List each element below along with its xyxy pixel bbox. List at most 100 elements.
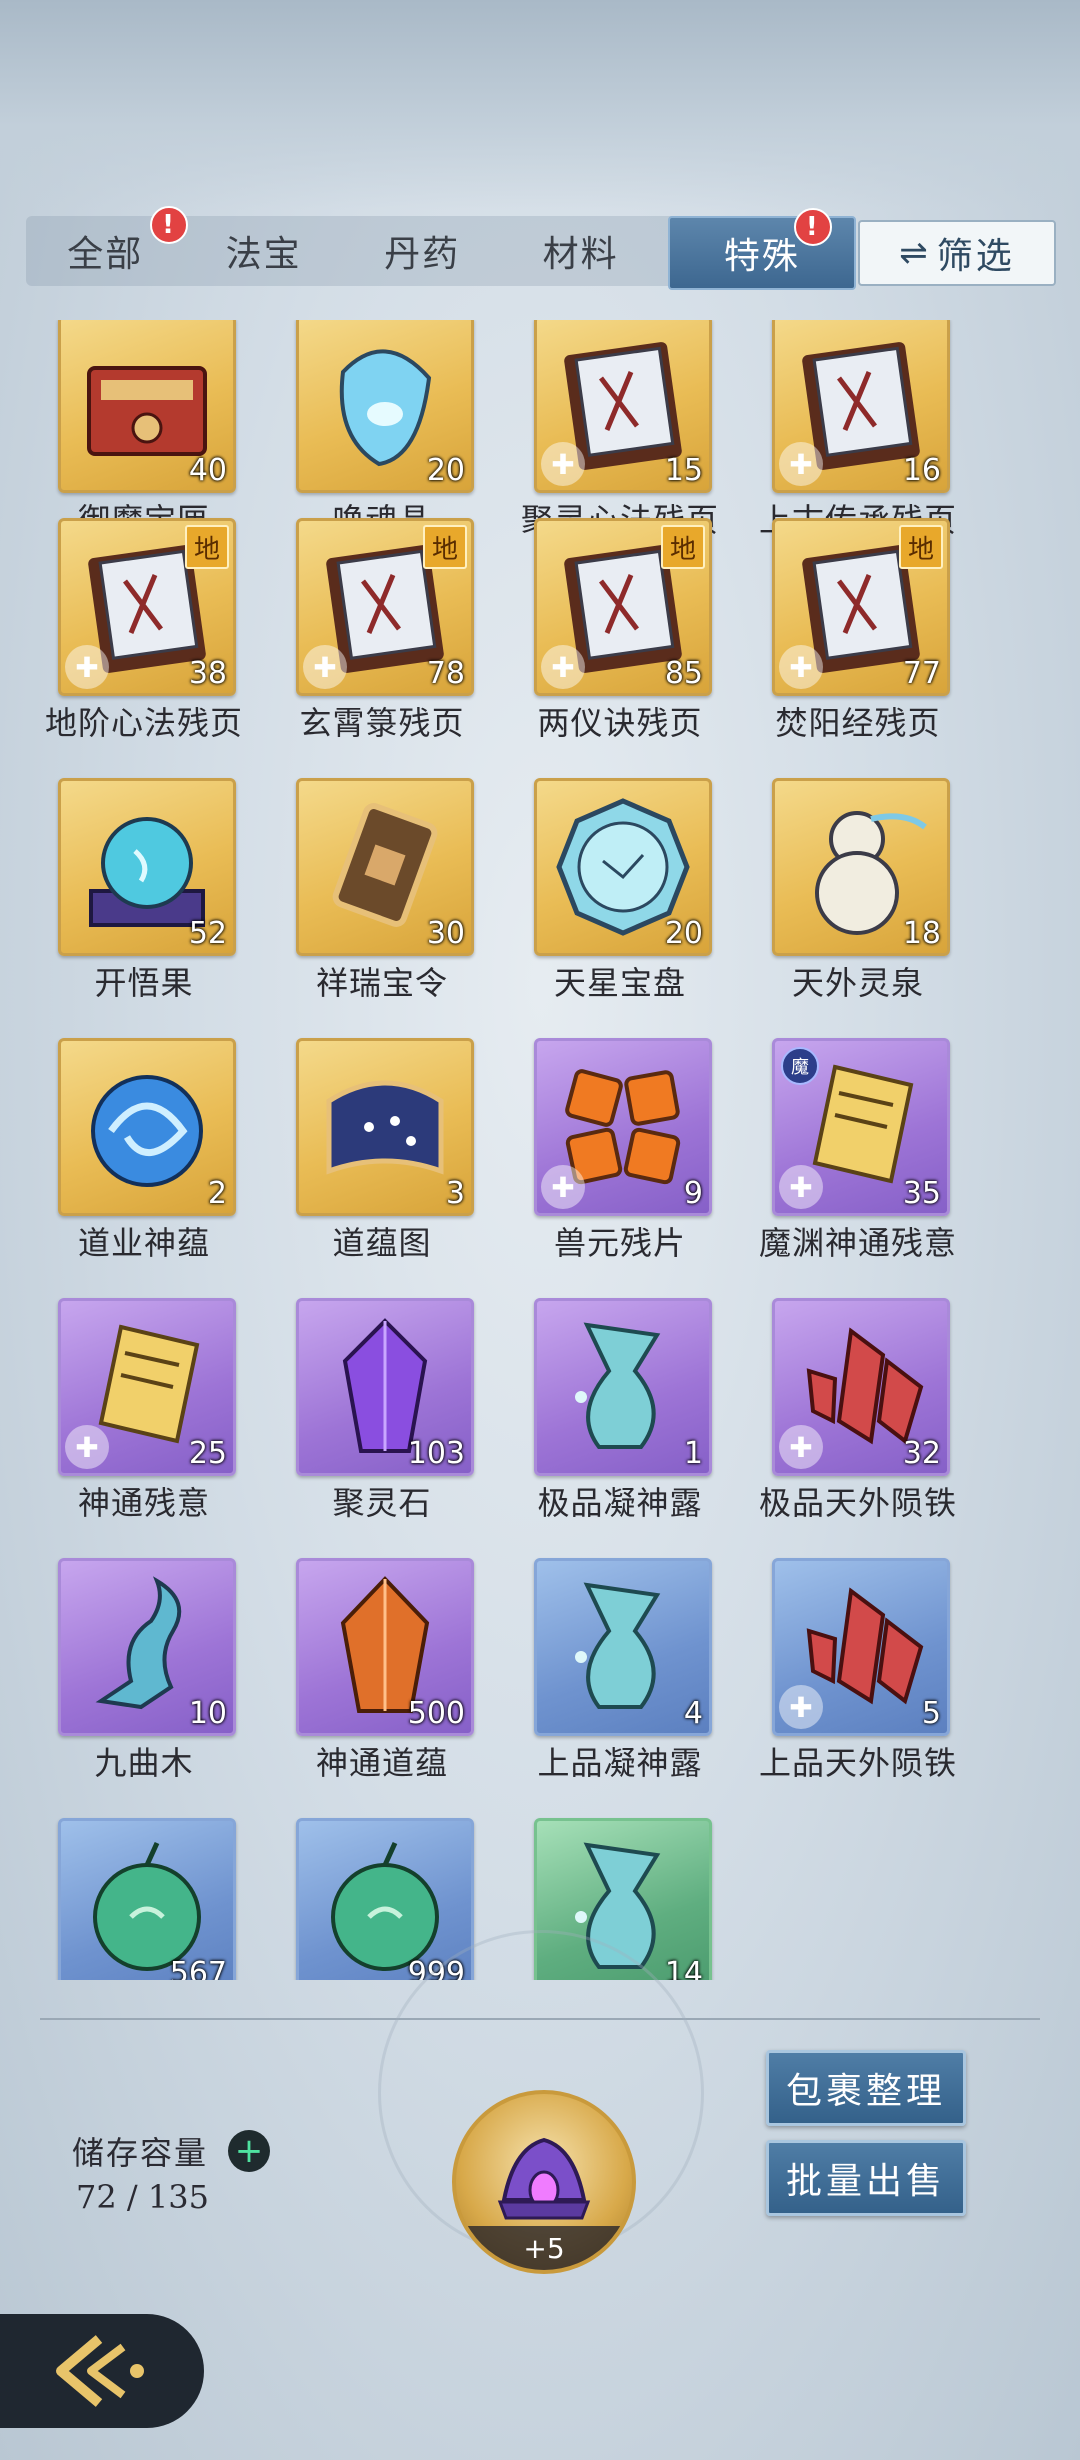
item-count: 85	[664, 656, 703, 691]
item-card[interactable]: 40	[58, 320, 236, 493]
tab-all[interactable]: 全部 !	[26, 206, 188, 286]
demon-tag: 魔	[781, 1047, 819, 1085]
expand-storage-plus-icon[interactable]: +	[228, 2130, 270, 2172]
item-count: 15	[664, 453, 703, 488]
enhance-level: +5	[456, 2226, 632, 2270]
fragment-puzzle-icon: ✚	[65, 645, 109, 689]
item-count: 30	[426, 916, 465, 951]
fragment-puzzle-icon: ✚	[779, 442, 823, 486]
item-card[interactable]: 30	[296, 778, 474, 956]
item-card[interactable]: 1	[534, 1298, 712, 1476]
item-name: 魔渊神通残意	[758, 1224, 957, 1262]
fragment-puzzle-icon: ✚	[65, 1425, 109, 1469]
item-card[interactable]: 20	[296, 320, 474, 493]
item-card[interactable]: 52	[58, 778, 236, 956]
item-card[interactable]: 500	[296, 1558, 474, 1736]
item-card[interactable]: ✚ 5	[772, 1558, 950, 1736]
item-card[interactable]: 2	[58, 1038, 236, 1216]
tab-label: 材料	[542, 234, 619, 275]
item-card[interactable]: 3	[296, 1038, 474, 1216]
item-card[interactable]: 地 ✚ 77	[772, 518, 950, 696]
tab-pills[interactable]: 丹药	[343, 216, 501, 286]
alert-badge-icon: !	[793, 208, 832, 246]
item-count: 103	[407, 1436, 465, 1471]
item-count: 20	[664, 916, 703, 951]
item-card[interactable]: ✚ 15	[534, 320, 712, 493]
item-count: 35	[902, 1176, 941, 1211]
item-count: 77	[902, 656, 941, 691]
item-name: 上品天外陨铁	[758, 1744, 957, 1782]
item-card[interactable]: 地 ✚ 85	[534, 518, 712, 696]
fragment-puzzle-icon: ✚	[779, 1165, 823, 1209]
item-card[interactable]: 20	[534, 778, 712, 956]
item-count: 500	[407, 1696, 465, 1731]
back-button[interactable]	[0, 2314, 204, 2428]
fragment-puzzle-icon: ✚	[541, 645, 585, 689]
tab-treasure[interactable]: 法宝	[184, 216, 342, 286]
item-card[interactable]: ✚ 16	[772, 320, 950, 493]
item-count: 2	[207, 1176, 227, 1211]
item-count: 3	[445, 1176, 465, 1211]
inventory-grid: 40御魔宝匣20唤魂晶✚15聚灵心法残页✚16上古传承残页地✚38地阶心法残页地…	[0, 320, 1080, 1980]
swap-arrows-icon: ⇌	[899, 233, 931, 273]
tab-label: 特殊	[723, 236, 800, 277]
grade-tag: 地	[185, 525, 229, 569]
item-count: 9	[683, 1176, 703, 1211]
organize-bag-button[interactable]: 包裹整理	[766, 2050, 966, 2126]
alert-badge-icon: !	[150, 206, 188, 244]
tab-special[interactable]: 特殊 !	[667, 208, 857, 290]
item-count: 32	[902, 1436, 941, 1471]
item-count: 567	[169, 1956, 227, 1980]
item-name: 焚阳经残页	[775, 704, 941, 742]
item-count: 1	[683, 1436, 703, 1471]
grade-tag: 地	[899, 525, 943, 569]
item-card[interactable]: ✚ 25	[58, 1298, 236, 1476]
top-backdrop	[0, 0, 1080, 210]
grade-tag: 地	[423, 525, 467, 569]
item-card[interactable]: 魔 ✚ 35	[772, 1038, 950, 1216]
bulk-sell-button[interactable]: 批量出售	[766, 2140, 966, 2216]
item-count: 25	[188, 1436, 227, 1471]
item-name: 天外灵泉	[791, 964, 924, 1002]
fragment-puzzle-icon: ✚	[541, 1165, 585, 1209]
fragment-puzzle-icon: ✚	[541, 442, 585, 486]
item-card[interactable]: 4	[534, 1558, 712, 1736]
item-count: 4	[683, 1696, 703, 1731]
tab-label: 法宝	[225, 234, 302, 275]
item-card[interactable]: 18	[772, 778, 950, 956]
item-card[interactable]: 10	[58, 1558, 236, 1736]
tab-label: 丹药	[384, 234, 461, 275]
filter-label: 筛选	[936, 236, 1015, 277]
storage-label: 储存容量	[72, 2134, 209, 2172]
fragment-puzzle-icon: ✚	[779, 645, 823, 689]
equipped-item-slot[interactable]: +5	[452, 2090, 636, 2274]
item-count: 16	[902, 453, 941, 488]
item-name: 极品天外陨铁	[758, 1484, 957, 1522]
tab-materials[interactable]: 材料	[501, 216, 659, 286]
item-count: 18	[902, 916, 941, 951]
item-count: 78	[426, 656, 465, 691]
filter-button[interactable]: ⇌ 筛选	[858, 220, 1056, 286]
item-card[interactable]: ✚ 9	[534, 1038, 712, 1216]
back-arrow-icon	[56, 2335, 144, 2407]
storage-value: 72 / 135	[76, 2178, 209, 2216]
grade-tag: 地	[661, 525, 705, 569]
tab-label: 全部	[67, 234, 144, 275]
item-count: 20	[426, 453, 465, 488]
item-card[interactable]: ✚ 32	[772, 1298, 950, 1476]
fragment-puzzle-icon: ✚	[303, 645, 347, 689]
item-card[interactable]: 567	[58, 1818, 236, 1980]
category-tabs: 全部 ! 法宝 丹药 材料 特殊 !	[26, 206, 857, 290]
item-count: 38	[188, 656, 227, 691]
fragment-puzzle-icon: ✚	[779, 1425, 823, 1469]
item-card[interactable]: 地 ✚ 38	[58, 518, 236, 696]
item-count: 40	[188, 453, 227, 488]
item-count: 5	[921, 1696, 941, 1731]
item-count: 10	[188, 1696, 227, 1731]
item-count: 52	[188, 916, 227, 951]
item-count: 14	[664, 1956, 703, 1980]
item-card[interactable]: 地 ✚ 78	[296, 518, 474, 696]
item-card[interactable]: 103	[296, 1298, 474, 1476]
item-card[interactable]: 999	[296, 1818, 474, 1980]
fragment-puzzle-icon: ✚	[779, 1685, 823, 1729]
